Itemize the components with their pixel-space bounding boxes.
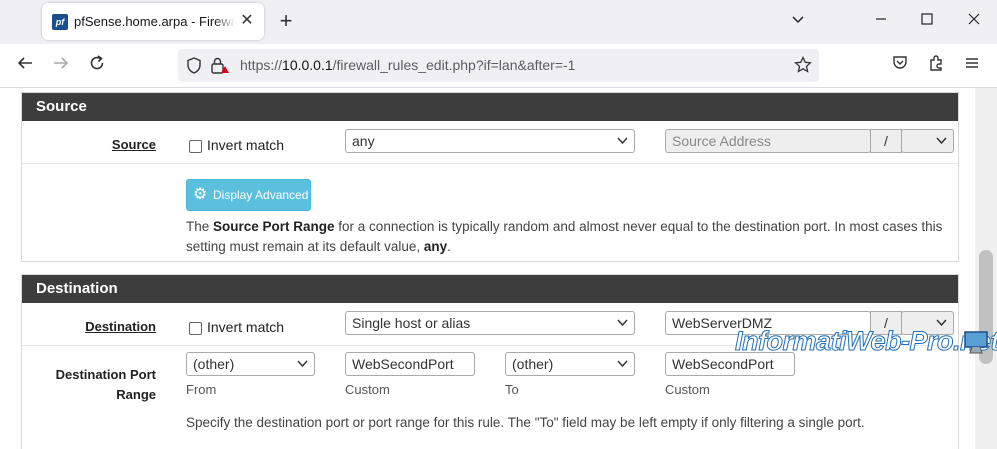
source-type-select[interactable]: any bbox=[345, 129, 635, 153]
destination-panel: Destination Destination Invert match Sin… bbox=[21, 274, 959, 449]
source-slash: / bbox=[870, 129, 902, 153]
chevron-down-icon bbox=[617, 312, 628, 342]
port-to-custom-help: Custom bbox=[665, 382, 710, 397]
destination-port-range-label: Destination Port Range bbox=[55, 367, 156, 402]
navigation-bar: https://10.0.0.1/firewall_rules_edit.php… bbox=[0, 44, 997, 88]
watermark-text: InformatiWeb-Pro.net bbox=[734, 326, 997, 357]
forward-arrow-icon[interactable] bbox=[49, 54, 73, 78]
close-window-icon[interactable] bbox=[964, 12, 984, 32]
chevron-down-icon bbox=[936, 130, 947, 160]
destination-label[interactable]: Destination bbox=[85, 319, 156, 334]
port-from-custom-help: Custom bbox=[345, 382, 390, 397]
display-advanced-button[interactable]: ⚙ Display Advanced bbox=[186, 179, 311, 211]
tab-bar: pf pfSense.home.arpa - Firewall: R ✕ + bbox=[0, 0, 997, 44]
page-scrollbar[interactable] bbox=[975, 88, 997, 449]
browser-window: pf pfSense.home.arpa - Firewall: R ✕ + bbox=[0, 0, 997, 449]
source-panel: Source Source Invert match any Source Ad… bbox=[21, 92, 959, 262]
port-to-help: To bbox=[505, 382, 519, 397]
hamburger-menu-icon[interactable] bbox=[960, 54, 984, 78]
tab-list-chevron-icon[interactable] bbox=[788, 12, 808, 32]
source-mask-select[interactable] bbox=[901, 129, 954, 153]
browser-tab[interactable]: pf pfSense.home.arpa - Firewall: R ✕ bbox=[42, 3, 264, 40]
source-advanced-row: ⚙ Display Advanced The Source Port Range… bbox=[22, 163, 958, 261]
gear-icon: ⚙ bbox=[193, 186, 208, 203]
bookmark-star-icon[interactable] bbox=[794, 55, 812, 79]
pocket-icon[interactable] bbox=[888, 54, 912, 78]
port-from-help: From bbox=[186, 382, 217, 397]
chevron-down-icon bbox=[617, 130, 628, 160]
port-from-select[interactable]: (other) bbox=[186, 352, 315, 376]
source-label[interactable]: Source bbox=[112, 137, 156, 152]
destination-type-select[interactable]: Single host or alias bbox=[345, 311, 635, 335]
port-to-select[interactable]: (other) bbox=[505, 352, 635, 376]
source-invert-checkbox[interactable] bbox=[189, 140, 202, 153]
monitor-logo-icon bbox=[962, 330, 992, 356]
back-arrow-icon[interactable] bbox=[13, 54, 37, 78]
tab-title: pfSense.home.arpa - Firewall: R bbox=[74, 14, 234, 29]
extensions-icon[interactable] bbox=[924, 54, 948, 78]
source-row: Source Invert match any Source Address / bbox=[22, 121, 958, 163]
maximize-icon[interactable] bbox=[917, 12, 937, 32]
page-content: Source Source Invert match any Source Ad… bbox=[0, 88, 997, 449]
port-from-custom-input[interactable]: WebSecondPort bbox=[345, 352, 475, 376]
tracking-shield-icon[interactable] bbox=[186, 57, 202, 79]
source-heading: Source bbox=[22, 93, 958, 121]
url-text[interactable]: https://10.0.0.1/firewall_rules_edit.php… bbox=[240, 57, 575, 73]
lock-warning-icon[interactable] bbox=[210, 56, 230, 80]
source-port-help: The Source Port Range for a connection i… bbox=[186, 219, 943, 254]
pfsense-favicon-icon: pf bbox=[52, 14, 68, 30]
destination-invert-checkbox[interactable] bbox=[189, 322, 202, 335]
source-invert-label: Invert match bbox=[207, 137, 285, 153]
reload-icon[interactable] bbox=[85, 54, 109, 78]
destination-heading: Destination bbox=[22, 275, 958, 303]
chevron-down-icon bbox=[617, 353, 628, 383]
minimize-icon[interactable] bbox=[871, 12, 891, 32]
address-bar[interactable]: https://10.0.0.1/firewall_rules_edit.php… bbox=[178, 49, 819, 82]
source-address-input[interactable]: Source Address bbox=[665, 129, 871, 153]
destination-port-row: Destination Port Range (other) From WebS… bbox=[22, 345, 958, 449]
chevron-down-icon bbox=[297, 353, 308, 383]
tab-title-fade bbox=[214, 11, 236, 33]
destination-port-help: Specify the destination port or port ran… bbox=[186, 415, 865, 430]
destination-invert-label: Invert match bbox=[207, 319, 285, 335]
tab-close-icon[interactable]: ✕ bbox=[239, 13, 255, 29]
new-tab-button[interactable]: + bbox=[276, 10, 296, 32]
